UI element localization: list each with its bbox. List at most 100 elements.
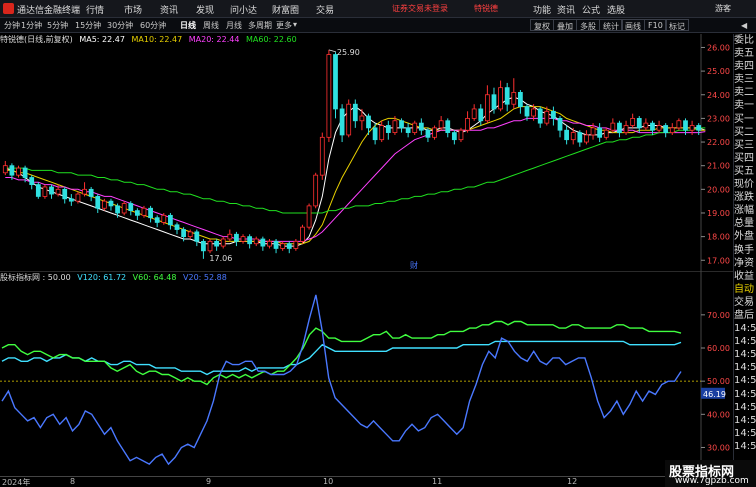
menu-item-stock-pick[interactable]: 选股: [607, 3, 625, 16]
menu-item-discover[interactable]: 发现: [196, 3, 214, 16]
candle[interactable]: [326, 49, 332, 143]
candle[interactable]: [306, 203, 312, 230]
candle[interactable]: [273, 238, 279, 254]
indicator-chart[interactable]: 70.00 60.00 50.00 40.00 30.00 46.19: [0, 271, 733, 476]
candle[interactable]: [537, 106, 543, 128]
candle[interactable]: [168, 212, 173, 230]
candle[interactable]: [35, 182, 41, 199]
chevron-down-icon[interactable]: ▾: [293, 20, 297, 29]
candle[interactable]: [214, 238, 220, 251]
candlestick-chart[interactable]: 26.00 25.00 24.00 23.00 22.00 21.00 20.00 19.00…: [0, 34, 733, 271]
candle[interactable]: [313, 172, 319, 209]
candle[interactable]: [610, 118, 616, 133]
candle[interactable]: [201, 238, 206, 259]
candle[interactable]: [623, 120, 629, 135]
candle[interactable]: [240, 234, 246, 244]
candle[interactable]: [399, 118, 404, 133]
candle[interactable]: [504, 82, 510, 112]
candle[interactable]: [286, 241, 292, 254]
candle[interactable]: [484, 85, 490, 124]
candle[interactable]: [471, 104, 477, 121]
candle[interactable]: [643, 118, 649, 131]
period-weekly[interactable]: 周线: [203, 20, 219, 31]
candle[interactable]: [630, 113, 636, 128]
candle[interactable]: [16, 165, 21, 178]
candle[interactable]: [379, 120, 385, 143]
period-more[interactable]: 更多: [276, 20, 292, 31]
candle[interactable]: [418, 118, 424, 135]
candle[interactable]: [584, 130, 589, 145]
guest-user[interactable]: 游客: [715, 3, 731, 14]
period-5min[interactable]: 5分钟: [47, 20, 68, 31]
candle[interactable]: [425, 127, 431, 143]
financial-marker[interactable]: 财: [410, 260, 418, 270]
tool-f10[interactable]: F10: [644, 19, 667, 31]
tool-adjust[interactable]: 复权: [530, 19, 554, 31]
candle[interactable]: [458, 127, 464, 143]
candle[interactable]: [597, 123, 603, 143]
period-multi[interactable]: 多周期: [248, 20, 272, 31]
candle[interactable]: [445, 118, 451, 138]
candle[interactable]: [207, 238, 213, 254]
tool-stats[interactable]: 统计: [599, 19, 623, 31]
candle[interactable]: [557, 116, 563, 138]
candle[interactable]: [412, 120, 418, 135]
period-minute[interactable]: 分钟: [4, 20, 20, 31]
menu-item-market[interactable]: 市场: [124, 3, 142, 16]
candle[interactable]: [319, 132, 325, 180]
candle[interactable]: [128, 201, 134, 216]
menu-item-info[interactable]: 资讯: [557, 3, 575, 16]
candle[interactable]: [663, 123, 669, 138]
period-60min[interactable]: 60分钟: [140, 20, 166, 31]
period-30min[interactable]: 30分钟: [107, 20, 133, 31]
candle[interactable]: [518, 90, 523, 114]
candle[interactable]: [49, 184, 54, 199]
candle[interactable]: [267, 238, 272, 249]
candle[interactable]: [669, 123, 675, 135]
candle[interactable]: [174, 222, 180, 235]
candle[interactable]: [121, 201, 127, 216]
candle[interactable]: [88, 186, 94, 202]
period-daily[interactable]: 日线: [180, 20, 196, 31]
candle[interactable]: [333, 52, 338, 119]
period-1min[interactable]: 1分钟: [21, 20, 42, 31]
candle[interactable]: [2, 160, 8, 176]
tool-multi-stock[interactable]: 多股: [576, 19, 600, 31]
candle[interactable]: [227, 229, 233, 242]
candle[interactable]: [346, 99, 352, 138]
period-15min[interactable]: 15分钟: [75, 20, 101, 31]
candle[interactable]: [62, 186, 68, 204]
period-monthly[interactable]: 月线: [226, 20, 242, 31]
candle[interactable]: [551, 106, 556, 126]
candle[interactable]: [451, 130, 457, 145]
candle[interactable]: [108, 198, 114, 211]
candle[interactable]: [293, 238, 299, 251]
candle[interactable]: [617, 120, 622, 138]
candle[interactable]: [352, 99, 358, 128]
candle[interactable]: [134, 208, 140, 221]
candle[interactable]: [498, 80, 503, 112]
candle[interactable]: [42, 184, 48, 199]
candle[interactable]: [676, 118, 682, 131]
collapse-arrow-icon[interactable]: ◀: [741, 21, 747, 30]
candle[interactable]: [300, 224, 305, 244]
candle[interactable]: [603, 127, 609, 140]
candle[interactable]: [511, 78, 517, 109]
menu-item-news[interactable]: 资讯: [160, 3, 178, 16]
candle[interactable]: [577, 130, 583, 147]
candle[interactable]: [220, 236, 226, 249]
candle[interactable]: [696, 123, 702, 135]
menu-item-formula[interactable]: 公式: [582, 3, 600, 16]
candle[interactable]: [438, 116, 444, 131]
candle[interactable]: [95, 194, 101, 213]
candle[interactable]: [148, 205, 153, 223]
menu-item-function[interactable]: 功能: [533, 3, 551, 16]
candle[interactable]: [82, 182, 87, 197]
candle[interactable]: [432, 125, 437, 140]
candle[interactable]: [154, 215, 160, 228]
login-warning[interactable]: 证券交易未登录: [392, 3, 448, 14]
tool-overlay[interactable]: 叠加: [553, 19, 577, 31]
candle[interactable]: [564, 125, 570, 145]
candle[interactable]: [339, 104, 345, 143]
candle[interactable]: [385, 120, 391, 140]
